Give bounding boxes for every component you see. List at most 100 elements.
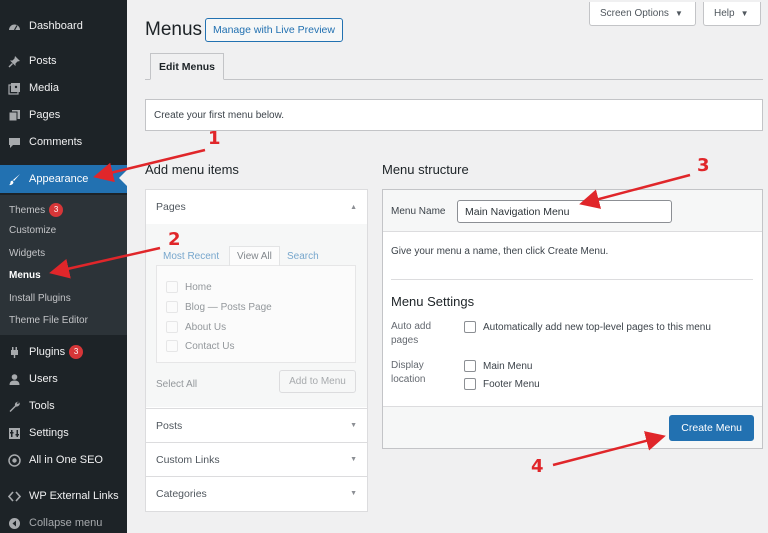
dashboard-icon xyxy=(7,19,21,33)
menu-name-input[interactable] xyxy=(457,200,672,223)
sidebar-item-tools[interactable]: Tools xyxy=(0,393,127,419)
settings-icon xyxy=(7,426,21,440)
accordion-pages-header[interactable]: Pages ▲ xyxy=(146,190,367,224)
add-menu-items-title: Add menu items xyxy=(145,162,239,177)
main-content: Screen Options ▼ Help ▼ Menus Manage wit… xyxy=(127,0,768,533)
appearance-submenu: Themes 3 Customize Widgets Menus Install… xyxy=(0,195,127,335)
sidebar-item-label: Comments xyxy=(29,136,83,148)
sidebar-item-label: Pages xyxy=(29,109,61,121)
help-button[interactable]: Help ▼ xyxy=(703,2,761,26)
caret-down-icon: ▼ xyxy=(740,9,749,18)
select-all-checkbox-label[interactable]: Select All xyxy=(156,379,197,390)
sidebar-item-label: Plugins xyxy=(29,346,66,358)
sidebar-item-appearance[interactable]: Appearance xyxy=(0,165,127,193)
sidebar-item-label: Dashboard xyxy=(29,20,83,32)
footer-menu-checkbox[interactable] xyxy=(464,378,476,390)
submenu-item-label: Menus xyxy=(9,270,41,281)
chevron-down-icon: ▼ xyxy=(350,490,357,497)
sidebar-item-label: Users xyxy=(29,373,58,385)
users-icon xyxy=(7,372,21,386)
submenu-item-widgets[interactable]: Widgets xyxy=(9,248,45,259)
location-footer-menu[interactable]: Footer Menu xyxy=(464,378,540,390)
sidebar-item-plugins[interactable]: Plugins 3 xyxy=(0,339,127,365)
submenu-item-install-plugins[interactable]: Install Plugins xyxy=(9,293,71,304)
code-icon xyxy=(7,489,21,503)
sidebar-item-pages[interactable]: Pages xyxy=(0,102,127,128)
checkbox[interactable] xyxy=(166,281,178,293)
accordion-title: Posts xyxy=(156,419,183,432)
divider xyxy=(391,279,753,280)
auto-add-label: Auto add pages xyxy=(391,321,432,346)
sidebar-item-label: Posts xyxy=(29,55,57,67)
notice-text: Create your first menu below. xyxy=(154,109,285,121)
accordion-title: Pages xyxy=(156,201,186,213)
submenu-item-menus[interactable]: Menus xyxy=(9,270,41,281)
page-title: Menus xyxy=(145,19,203,40)
accordion-posts-header[interactable]: Posts ▼ xyxy=(146,408,367,442)
submenu-item-customize[interactable]: Customize xyxy=(9,225,56,236)
tab-most-recent[interactable]: Most Recent xyxy=(156,246,226,266)
main-menu-checkbox[interactable] xyxy=(464,360,476,372)
location-main-menu[interactable]: Main Menu xyxy=(464,360,532,372)
help-label: Help xyxy=(714,8,735,19)
page-label: Blog — Posts Page xyxy=(185,301,272,313)
location-label: Footer Menu xyxy=(483,378,540,390)
submenu-item-label: Theme File Editor xyxy=(9,315,88,326)
sidebar-item-label: All in One SEO xyxy=(29,454,103,466)
update-count-badge: 3 xyxy=(49,203,64,217)
auto-add-option[interactable]: Automatically add new top-level pages to… xyxy=(464,321,711,333)
collapse-icon xyxy=(7,516,21,530)
tab-view-all[interactable]: View All xyxy=(229,246,280,266)
accordion-categories-header[interactable]: Categories ▼ xyxy=(146,476,367,510)
sidebar-item-label: WP External Links xyxy=(29,490,119,502)
sidebar-item-label: Settings xyxy=(29,427,69,439)
sidebar-item-all-in-one-seo[interactable]: All in One SEO xyxy=(0,447,127,473)
sidebar-item-label: Appearance xyxy=(29,173,89,185)
list-item[interactable]: Blog — Posts Page xyxy=(166,301,272,313)
submenu-item-label: Widgets xyxy=(9,248,46,259)
sidebar-item-settings[interactable]: Settings xyxy=(0,420,127,446)
chevron-up-icon: ▲ xyxy=(350,203,357,211)
collapse-menu-button[interactable]: Collapse menu xyxy=(0,510,127,533)
auto-add-checkbox[interactable] xyxy=(464,321,476,333)
submenu-item-themes[interactable]: Themes 3 xyxy=(9,203,64,217)
list-item[interactable]: Home xyxy=(166,281,212,293)
media-icon xyxy=(7,81,21,95)
admin-sidebar: Dashboard Posts Media Pages Comments App… xyxy=(0,0,127,533)
pages-checklist: Home Blog — Posts Page About Us Contact … xyxy=(156,265,356,363)
list-item[interactable]: Contact Us xyxy=(166,340,234,352)
submenu-item-label: Themes xyxy=(9,204,46,216)
list-item[interactable]: About Us xyxy=(166,321,226,333)
sidebar-item-comments[interactable]: Comments xyxy=(0,129,127,155)
tab-edit-menus[interactable]: Edit Menus xyxy=(150,53,225,80)
caret-down-icon: ▼ xyxy=(674,9,683,18)
live-preview-button[interactable]: Manage with Live Preview xyxy=(205,18,343,42)
add-to-menu-button[interactable]: Add to Menu xyxy=(279,370,356,393)
create-menu-button[interactable]: Create Menu xyxy=(669,415,754,441)
sidebar-item-wp-external-links[interactable]: WP External Links xyxy=(0,483,127,509)
sidebar-item-users[interactable]: Users xyxy=(0,366,127,392)
pages-panel: Most Recent View All Search Home Blog — … xyxy=(146,224,367,407)
checkbox[interactable] xyxy=(166,321,178,333)
accordion-custom-links-header[interactable]: Custom Links ▼ xyxy=(146,442,367,476)
sidebar-item-posts[interactable]: Posts xyxy=(0,48,127,74)
submenu-item-theme-file-editor[interactable]: Theme File Editor xyxy=(9,315,88,326)
annotation-number-4: 4 xyxy=(531,456,544,477)
screen-options-button[interactable]: Screen Options ▼ xyxy=(589,2,696,26)
paintbrush-icon xyxy=(7,172,21,186)
page-label: Contact Us xyxy=(185,340,235,352)
page-label: Home xyxy=(185,281,212,293)
menu-hint-text: Give your menu a name, then click Create… xyxy=(391,246,609,257)
sidebar-item-label: Media xyxy=(29,82,59,94)
chevron-down-icon: ▼ xyxy=(350,456,357,463)
tab-search[interactable]: Search xyxy=(280,246,326,266)
accordion-title: Custom Links xyxy=(156,453,220,466)
checkbox[interactable] xyxy=(166,340,178,352)
menu-name-row: Menu Name xyxy=(383,190,762,232)
plugins-icon xyxy=(7,345,21,359)
nav-tab-bar xyxy=(145,79,763,80)
menu-footer: Create Menu xyxy=(383,406,762,448)
checkbox[interactable] xyxy=(166,301,178,313)
sidebar-item-dashboard[interactable]: Dashboard xyxy=(0,13,127,39)
sidebar-item-media[interactable]: Media xyxy=(0,75,127,101)
